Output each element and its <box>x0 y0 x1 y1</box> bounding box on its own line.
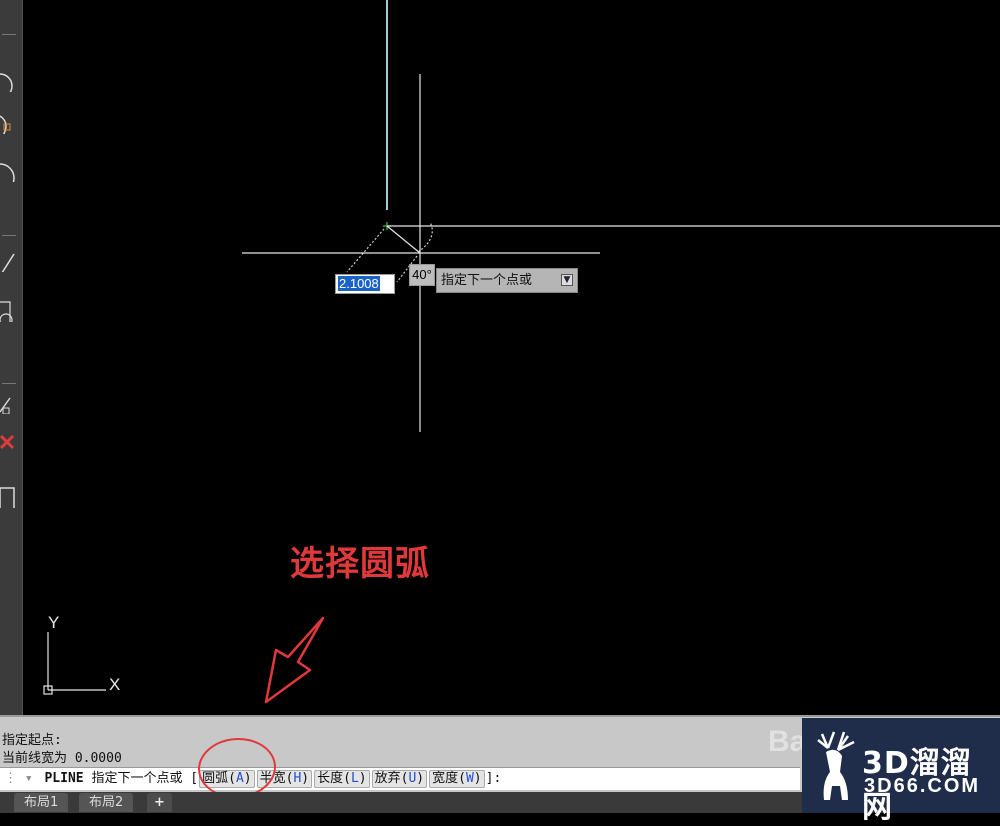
ucs-icon <box>43 632 106 695</box>
drawing-canvas[interactable]: Y X <box>23 0 1000 715</box>
option-undo[interactable]: 放弃(U) <box>371 770 428 788</box>
command-name: PLINE <box>44 771 84 786</box>
command-close-bracket: ]: <box>485 771 502 786</box>
toolbar-separator <box>2 383 16 384</box>
deer-logo-icon <box>817 731 855 800</box>
command-history-line: 当前线宽为 0.0000 <box>2 751 122 766</box>
ellipse-tool-icon[interactable] <box>0 160 18 182</box>
option-width[interactable]: 宽度(W) <box>429 770 485 788</box>
line-tool-icon[interactable] <box>0 250 18 272</box>
option-undo-key: U <box>408 771 417 786</box>
add-layout-tab[interactable]: + <box>147 793 172 812</box>
rectangle-tool-icon[interactable] <box>0 486 18 508</box>
option-length-key: L <box>350 771 359 786</box>
tab-layout1[interactable]: 布局1 <box>14 793 69 812</box>
modify-tool-icon[interactable] <box>0 392 18 414</box>
option-width-key: W <box>465 771 474 786</box>
ucs-y-label: Y <box>48 613 59 632</box>
delete-tool-icon[interactable] <box>0 432 18 454</box>
option-halfwidth-key: H <box>293 771 302 786</box>
toolbar-separator <box>2 235 16 236</box>
ucs-x-label: X <box>109 675 120 694</box>
angle-dynamic-input[interactable]: 40° <box>409 264 435 286</box>
command-prompt: 指定下一个点或 <box>91 771 183 786</box>
option-length[interactable]: 长度(L) <box>314 770 370 788</box>
toolbar-separator <box>2 34 16 35</box>
tab-layout2[interactable]: 布局2 <box>79 793 134 812</box>
draw-toolbar <box>0 0 23 715</box>
option-width-label: 宽度 <box>432 771 459 786</box>
options-dropdown-icon[interactable]: ▼ <box>561 274 573 286</box>
dimension-extension-line <box>346 228 385 273</box>
option-undo-label: 放弃 <box>374 771 401 786</box>
arc-tool-icon[interactable] <box>0 112 18 134</box>
block-tool-icon[interactable] <box>0 300 18 322</box>
logo-english-text: 3D66.COM <box>864 775 981 797</box>
command-open-bracket: [ <box>190 771 199 786</box>
length-dynamic-input[interactable]: 2.1008 <box>335 274 395 294</box>
command-line[interactable]: ⋮ ▾ PLINE 指定下一个点或 [圆弧(A) 半宽(H) 长度(L) 放弃(U) 宽… <box>0 767 800 790</box>
annotation-label: 选择圆弧 <box>290 544 430 584</box>
length-value: 2.1008 <box>338 276 380 291</box>
command-customize-icon[interactable]: ⋮ ▾ <box>0 771 37 786</box>
option-length-label: 长度 <box>317 771 344 786</box>
baidu-watermark: Ba <box>768 725 807 758</box>
dynamic-prompt-tooltip[interactable]: 指定下一个点或 ▼ <box>436 268 578 293</box>
circle-tool-icon[interactable] <box>0 70 18 92</box>
3d66-logo: 3D溜溜网 3D66.COM <box>802 718 1000 825</box>
dynamic-prompt-text: 指定下一个点或 <box>441 273 533 288</box>
command-history-line: 指定起点: <box>2 733 62 748</box>
annotation-arrow <box>264 616 325 704</box>
rubber-band-line <box>386 225 421 254</box>
